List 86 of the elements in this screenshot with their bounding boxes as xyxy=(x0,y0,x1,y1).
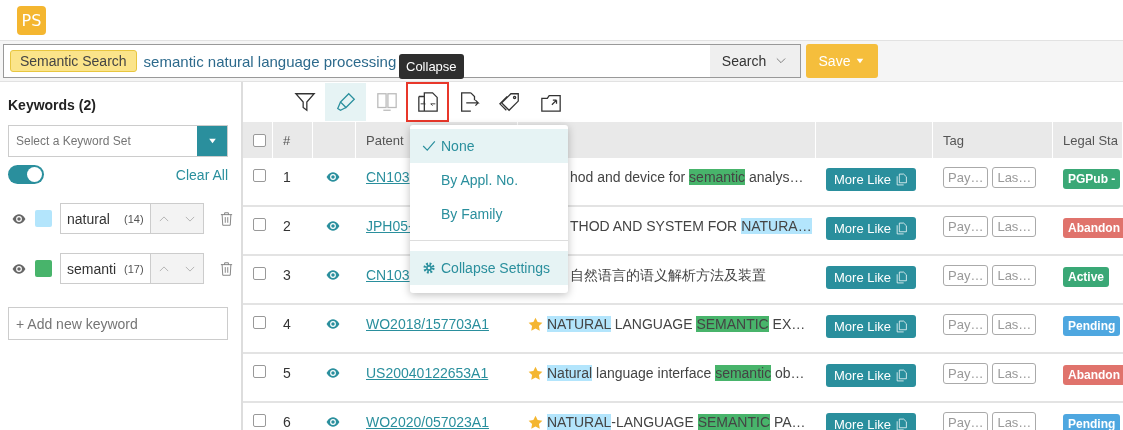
add-keyword-field[interactable]: + Add new keyword xyxy=(8,307,228,340)
more-like-button[interactable]: More Like xyxy=(826,266,917,289)
row-checkbox[interactable] xyxy=(253,267,266,280)
search-button[interactable]: Search xyxy=(710,45,800,77)
collapse-icon xyxy=(416,91,439,113)
columns-icon xyxy=(375,91,398,113)
tag-chip[interactable]: Las… xyxy=(992,265,1037,286)
legal-status-badge: Abandon xyxy=(1063,365,1123,385)
copy-icon xyxy=(895,320,909,333)
copy-icon xyxy=(895,271,909,284)
trash-icon xyxy=(219,259,234,278)
row-number: 2 xyxy=(283,218,291,234)
column-header: # xyxy=(273,122,313,158)
copy-icon xyxy=(895,369,909,382)
keyword-set-select[interactable]: Select a Keyword Set xyxy=(8,125,228,157)
collapse-settings-item[interactable]: Collapse Settings xyxy=(410,251,568,285)
legal-status-badge: Abandon xyxy=(1063,218,1123,238)
keyword-field[interactable]: semanti (17) xyxy=(60,253,204,284)
row-number: 1 xyxy=(283,169,291,185)
caret-down-icon xyxy=(855,57,866,65)
row-number: 4 xyxy=(283,316,291,332)
column-header[interactable]: Legal Sta xyxy=(1053,122,1123,158)
tag-chip[interactable]: Pay… xyxy=(943,412,989,430)
star-icon xyxy=(528,414,543,430)
chevron-up-icon xyxy=(157,213,171,224)
row-number: 3 xyxy=(283,267,291,283)
menu-item[interactable]: By Family xyxy=(410,197,568,231)
legal-status-badge: Active xyxy=(1063,267,1110,287)
tooltip: Collapse xyxy=(399,54,464,79)
patent-link[interactable]: WO2020/057023A1 xyxy=(366,414,489,430)
row-checkbox[interactable] xyxy=(253,365,266,378)
copy-icon xyxy=(895,173,909,186)
row-checkbox[interactable] xyxy=(253,169,266,182)
legal-status-badge: Pending xyxy=(1063,414,1121,430)
more-like-button[interactable]: More Like xyxy=(826,168,917,191)
more-like-button[interactable]: More Like xyxy=(826,217,917,240)
tag-chip[interactable]: Las… xyxy=(992,412,1037,430)
copy-icon xyxy=(895,418,909,430)
tag-chip[interactable]: Las… xyxy=(992,167,1037,188)
highlighter-icon xyxy=(334,91,357,113)
patent-link[interactable]: WO2018/157703A1 xyxy=(366,316,489,332)
row-number: 6 xyxy=(283,414,291,430)
legal-status-badge: Pending xyxy=(1063,316,1121,336)
highlight-toggle[interactable] xyxy=(8,165,44,184)
search-mode-tag[interactable]: Semantic Search xyxy=(10,50,137,72)
keywords-title: Keywords (2) xyxy=(8,97,97,113)
row-checkbox[interactable] xyxy=(253,316,266,329)
search-query: semantic natural language processing xyxy=(143,52,397,70)
patent-link[interactable]: CN103 xyxy=(366,169,410,185)
copy-icon xyxy=(895,222,909,235)
tag-chip[interactable]: Pay… xyxy=(943,265,989,286)
patent-title: Natural language interface semantic ob… xyxy=(547,365,805,381)
row-number: 5 xyxy=(283,365,291,381)
keyword-field[interactable]: natural (14) xyxy=(60,203,204,234)
logo: PS xyxy=(17,5,46,35)
more-like-button[interactable]: More Like xyxy=(826,413,917,430)
tag-chip[interactable]: Pay… xyxy=(943,167,989,188)
tags-icon xyxy=(498,91,521,113)
gear-icon xyxy=(422,261,436,275)
check-icon xyxy=(421,139,437,153)
filter-icon xyxy=(293,91,316,113)
tag-chip[interactable]: Pay… xyxy=(943,216,989,237)
tag-chip[interactable]: Pay… xyxy=(943,363,989,384)
legal-status-badge: PGPub - xyxy=(1063,169,1121,189)
patent-link[interactable]: US20040122653A1 xyxy=(366,365,489,381)
more-like-button[interactable]: More Like xyxy=(826,364,917,387)
row-checkbox[interactable] xyxy=(253,414,266,427)
patent-title: NATURAL-LANGUAGE SEMANTIC PA… xyxy=(547,414,806,430)
star-icon xyxy=(528,365,543,381)
patent-link[interactable]: JPH05- xyxy=(366,218,413,234)
menu-item[interactable]: By Appl. No. xyxy=(410,163,568,197)
chevron-up-icon xyxy=(157,263,171,274)
clear-all-link[interactable]: Clear All xyxy=(175,166,228,183)
trash-icon xyxy=(219,209,234,228)
star-icon xyxy=(528,316,543,332)
menu-item[interactable]: None xyxy=(410,129,568,163)
select-all-checkbox[interactable] xyxy=(253,133,266,147)
tag-chip[interactable]: Pay… xyxy=(943,314,989,335)
tag-chip[interactable]: Las… xyxy=(992,363,1037,384)
tag-chip[interactable]: Las… xyxy=(992,314,1037,335)
patent-title: NATURAL LANGUAGE SEMANTIC EX… xyxy=(547,316,806,332)
more-like-button[interactable]: More Like xyxy=(826,315,917,338)
row-checkbox[interactable] xyxy=(253,218,266,231)
patent-link[interactable]: CN103 xyxy=(366,267,410,283)
tag-chip[interactable]: Las… xyxy=(992,216,1037,237)
column-header[interactable]: Tag xyxy=(933,122,1053,158)
